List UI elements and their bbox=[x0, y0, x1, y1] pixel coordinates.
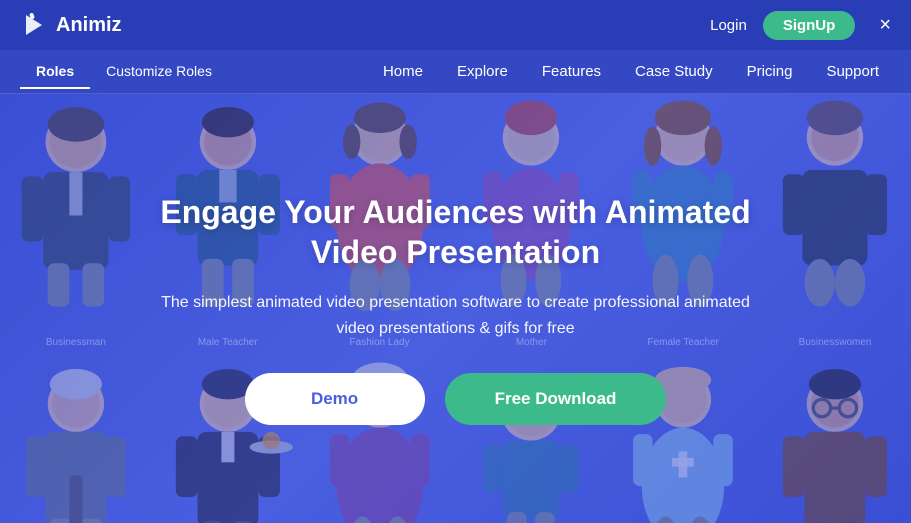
nav-pricing[interactable]: Pricing bbox=[735, 57, 805, 86]
free-download-button[interactable]: Free Download bbox=[445, 373, 667, 425]
top-bar: Animiz Login SignUp × bbox=[0, 0, 911, 50]
logo-text: Animiz bbox=[56, 14, 122, 37]
nav-case-study[interactable]: Case Study bbox=[623, 57, 725, 86]
hero-title: Engage Your Audiences with Animated Vide… bbox=[146, 192, 766, 272]
hero-subtitle: The simplest animated video presentation… bbox=[146, 290, 766, 341]
char-businesswomen-label: Businesswomen bbox=[799, 337, 872, 348]
login-button[interactable]: Login bbox=[710, 17, 747, 34]
hero-section: Businessman Male Teacher bbox=[0, 94, 911, 523]
hero-buttons: Demo Free Download bbox=[146, 373, 766, 425]
demo-button[interactable]: Demo bbox=[245, 373, 425, 425]
hero-content: Engage Your Audiences with Animated Vide… bbox=[106, 192, 806, 425]
top-bar-right: Login SignUp × bbox=[710, 11, 891, 40]
logo-area: Animiz bbox=[20, 11, 122, 39]
char-businessman-label: Businessman bbox=[46, 337, 106, 348]
nav-home[interactable]: Home bbox=[371, 57, 435, 86]
nav-features[interactable]: Features bbox=[530, 57, 613, 86]
nav-explore[interactable]: Explore bbox=[445, 57, 520, 86]
main-nav: Home Explore Features Case Study Pricing… bbox=[371, 57, 891, 86]
close-button[interactable]: × bbox=[879, 14, 891, 37]
animiz-logo-icon bbox=[20, 11, 48, 39]
tab-customize-roles[interactable]: Customize Roles bbox=[90, 55, 228, 89]
nav-support[interactable]: Support bbox=[814, 57, 891, 86]
sub-nav-tabs: Roles Customize Roles bbox=[20, 55, 228, 89]
tab-roles[interactable]: Roles bbox=[20, 55, 90, 89]
sub-nav: Roles Customize Roles Home Explore Featu… bbox=[0, 50, 911, 94]
signup-button[interactable]: SignUp bbox=[763, 11, 856, 40]
